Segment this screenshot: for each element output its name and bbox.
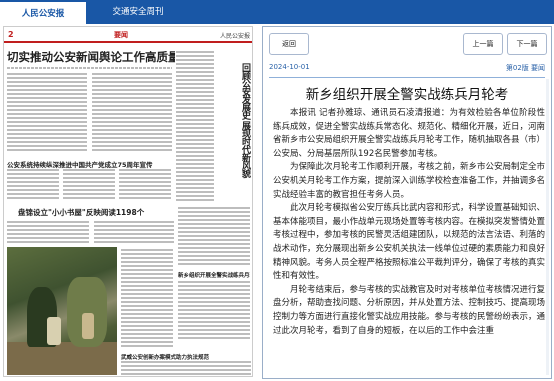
next-article-button[interactable]: 下一篇 [507, 33, 547, 55]
article-title: 新乡组织开展全警实战练兵月轮考 [305, 87, 509, 103]
prev-article-button[interactable]: 上一篇 [463, 33, 503, 55]
text-column[interactable] [178, 207, 250, 267]
top-tab-bar: 人民公安报 交通安全周刊 [0, 0, 554, 24]
subheadline-3[interactable]: 新乡组织开展全警实战练兵月轮考 [178, 271, 250, 279]
news-photo[interactable] [7, 247, 117, 375]
vertical-headline[interactable]: 回顾公安发展史 展现时代新风貌 [232, 63, 250, 177]
text-line [7, 67, 172, 69]
back-button[interactable]: 返回 [269, 33, 309, 55]
article-paragraph: 此次月轮考模拟省公安厅练兵比武内容和形式，科学设置基础知识、基本体能项目，最小作… [273, 203, 545, 282]
newspaper-header: 2 要闻 人民公安报 [4, 27, 252, 43]
text-column[interactable] [7, 221, 89, 243]
text-column[interactable] [94, 221, 174, 243]
newspaper-headline[interactable]: 切实推动公安新闻舆论工作高质量发展 [7, 51, 175, 64]
article-date: 2024-10-01 [269, 63, 310, 71]
article-meta: 2024-10-01 第02版 要闻 [269, 63, 545, 75]
text-column[interactable] [63, 169, 115, 201]
text-column[interactable] [121, 249, 173, 349]
divider [269, 77, 545, 78]
text-column[interactable] [7, 73, 87, 153]
text-column[interactable] [119, 169, 171, 201]
article-body: 本报讯 记者孙雅琼、通讯员石凌清报道：为有效检验各单位阶段性练兵成效，促进全警实… [273, 107, 545, 377]
article-paragraph: 本报讯 记者孙雅琼、通讯员石凌清报道：为有效检验各单位阶段性练兵成效，促进全警实… [273, 108, 545, 159]
text-column[interactable] [7, 169, 59, 201]
text-column[interactable] [121, 361, 251, 375]
text-column[interactable] [92, 73, 172, 153]
newspaper-page-image[interactable]: 2 要闻 人民公安报 切实推动公安新闻舆论工作高质量发展 回顾公安发展史 展现时… [3, 26, 253, 377]
masthead-right: 人民公安报 [219, 33, 250, 40]
vertical-subtitle [218, 63, 232, 65]
page-number: 2 [8, 30, 14, 39]
text-column[interactable] [176, 51, 214, 201]
scrollbar[interactable] [546, 79, 549, 375]
article-edition: 第02版 要闻 [505, 64, 545, 72]
article-panel: 返回 上一篇 下一篇 2024-10-01 第02版 要闻 新乡组织开展全警实战… [262, 26, 552, 379]
subheadline-4[interactable]: 武威公安创新办案模式助力执法规范 [121, 353, 251, 361]
tab-renmin-gongan-bao[interactable]: 人民公安报 [0, 0, 86, 24]
subheadline-1[interactable]: 公安系统持续纵深推进中国共产党成立75周年宣传 [7, 159, 175, 169]
text-column[interactable] [178, 281, 250, 341]
article-paragraph: 月轮考结束后，参与考核的实战教官及时对考核单位考核情况进行复盘分析，帮助查找问题… [273, 284, 545, 336]
page-section: 要闻 [114, 31, 128, 39]
tab-jiaotong-anquan-zhoukan[interactable]: 交通安全周刊 [108, 0, 168, 24]
subheadline-2[interactable]: 盘锦设立"小小书屋"反映阅读1198个 [18, 207, 168, 218]
article-paragraph: 为保障此次月轮考工作顺利开展，考核之前，新乡市公安局制定全市公安机关月轮考工作方… [273, 162, 545, 200]
